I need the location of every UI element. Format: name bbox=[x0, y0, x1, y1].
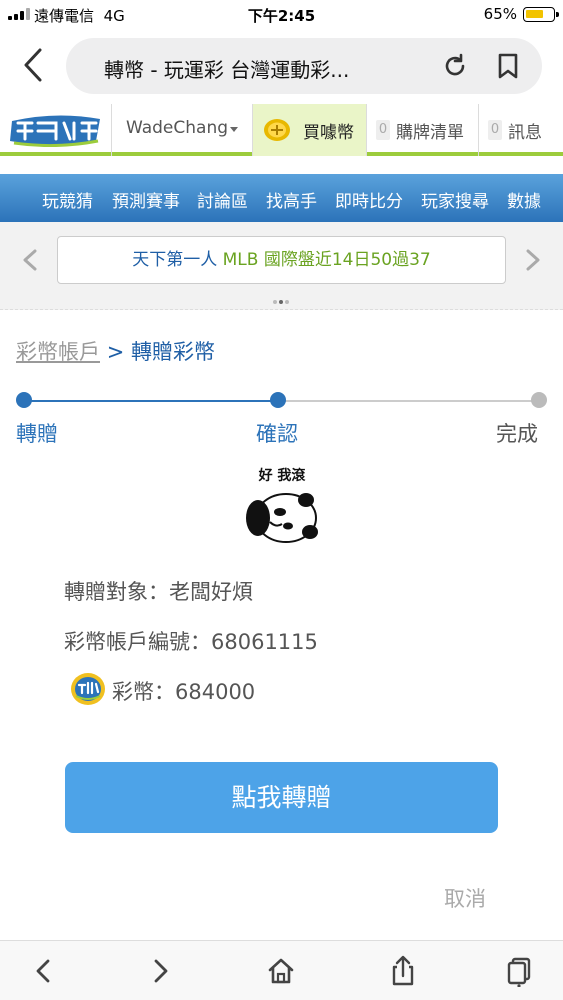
panda-meme-image: 好 我滾 bbox=[246, 467, 318, 543]
forward-icon[interactable] bbox=[146, 955, 176, 987]
step-dot-transfer bbox=[16, 392, 32, 408]
site-logo[interactable] bbox=[8, 113, 104, 147]
step-line-pending bbox=[278, 400, 539, 402]
nav-item-forum[interactable]: 討論區 bbox=[197, 187, 248, 212]
browser-toolbar bbox=[0, 940, 563, 1000]
nav-item-experts[interactable]: 找高手 bbox=[266, 187, 317, 212]
coin-icon bbox=[71, 673, 105, 705]
coin-icon bbox=[264, 119, 290, 141]
transfer-account-number: 彩幣帳戶編號：68061115 bbox=[64, 630, 318, 654]
cancel-link[interactable]: 取消 bbox=[444, 883, 486, 913]
buy-coins-label: 買噱幣 bbox=[303, 123, 354, 143]
site-header: WadeChang 買噱幣 0 購牌清單 0 訊息 bbox=[0, 104, 563, 156]
transfer-target: 轉贈對象：老闆好煩 bbox=[64, 580, 253, 604]
bookmark-icon[interactable] bbox=[496, 52, 520, 80]
browser-address-area: 轉幣 - 玩運彩 台灣運動彩... bbox=[0, 30, 563, 100]
battery-percent: 65% bbox=[483, 5, 517, 23]
meme-caption: 好 我滾 bbox=[258, 467, 307, 484]
chevron-right-icon[interactable] bbox=[523, 248, 543, 272]
ticker-record: MLB 國際盤近14日50過37 bbox=[222, 250, 431, 270]
confirm-transfer-button[interactable]: 點我轉贈 bbox=[65, 762, 498, 833]
step-line-done bbox=[24, 400, 278, 402]
purchase-list-link[interactable]: 購牌清單 bbox=[396, 118, 464, 143]
chevron-left-icon[interactable] bbox=[20, 248, 40, 272]
nav-item-quiz[interactable]: 玩競猜 bbox=[42, 187, 93, 212]
nav-item-player-search[interactable]: 玩家搜尋 bbox=[421, 187, 489, 212]
battery-icon bbox=[523, 7, 559, 22]
nav-item-predict[interactable]: 預測賽事 bbox=[112, 187, 180, 212]
address-bar[interactable]: 轉幣 - 玩運彩 台灣運動彩... bbox=[66, 38, 542, 94]
transfer-coin-amount: 彩幣：684000 bbox=[112, 680, 256, 704]
ticker-banner[interactable]: 天下第一人 MLB 國際盤近14日50過37 bbox=[57, 236, 506, 284]
breadcrumb: 彩幣帳戶 > 轉贈彩幣 bbox=[16, 336, 215, 366]
message-count-badge: 0 bbox=[488, 120, 502, 140]
status-bar: 遠傳電信 4G 下午2:45 65% bbox=[0, 0, 563, 30]
step-label-confirm: 確認 bbox=[256, 422, 298, 446]
reload-icon[interactable] bbox=[442, 53, 468, 79]
back-icon[interactable] bbox=[28, 955, 58, 987]
chevron-down-icon[interactable] bbox=[230, 127, 238, 132]
cart-count-badge: 0 bbox=[376, 120, 390, 140]
breadcrumb-parent[interactable]: 彩幣帳戶 bbox=[16, 340, 100, 364]
share-icon[interactable] bbox=[388, 955, 418, 987]
tabs-icon[interactable] bbox=[504, 955, 534, 987]
step-label-complete: 完成 bbox=[496, 422, 538, 446]
step-label-transfer: 轉贈 bbox=[16, 422, 58, 446]
nav-item-stats[interactable]: 數據 bbox=[507, 187, 541, 212]
main-nav: 玩競猜 預測賽事 討論區 找高手 即時比分 玩家搜尋 數據 bbox=[0, 174, 563, 222]
carousel-dots bbox=[272, 289, 290, 308]
ticker-area: 天下第一人 MLB 國際盤近14日50過37 bbox=[0, 222, 563, 310]
home-icon[interactable] bbox=[266, 955, 296, 987]
clock: 下午2:45 bbox=[247, 7, 316, 25]
step-dot-confirm bbox=[270, 392, 286, 408]
username[interactable]: WadeChang bbox=[126, 118, 228, 138]
breadcrumb-current: 轉贈彩幣 bbox=[130, 340, 215, 364]
ticker-player: 天下第一人 bbox=[132, 250, 223, 270]
nav-item-live-score[interactable]: 即時比分 bbox=[335, 187, 403, 212]
page-title: 轉幣 - 玩運彩 台灣運動彩... bbox=[104, 58, 350, 82]
browser-back-icon[interactable] bbox=[18, 46, 48, 84]
messages-link[interactable]: 訊息 bbox=[508, 118, 542, 143]
buy-coins-button[interactable]: 買噱幣 bbox=[253, 104, 366, 156]
breadcrumb-separator: > bbox=[106, 340, 125, 364]
step-dot-done bbox=[531, 392, 547, 408]
